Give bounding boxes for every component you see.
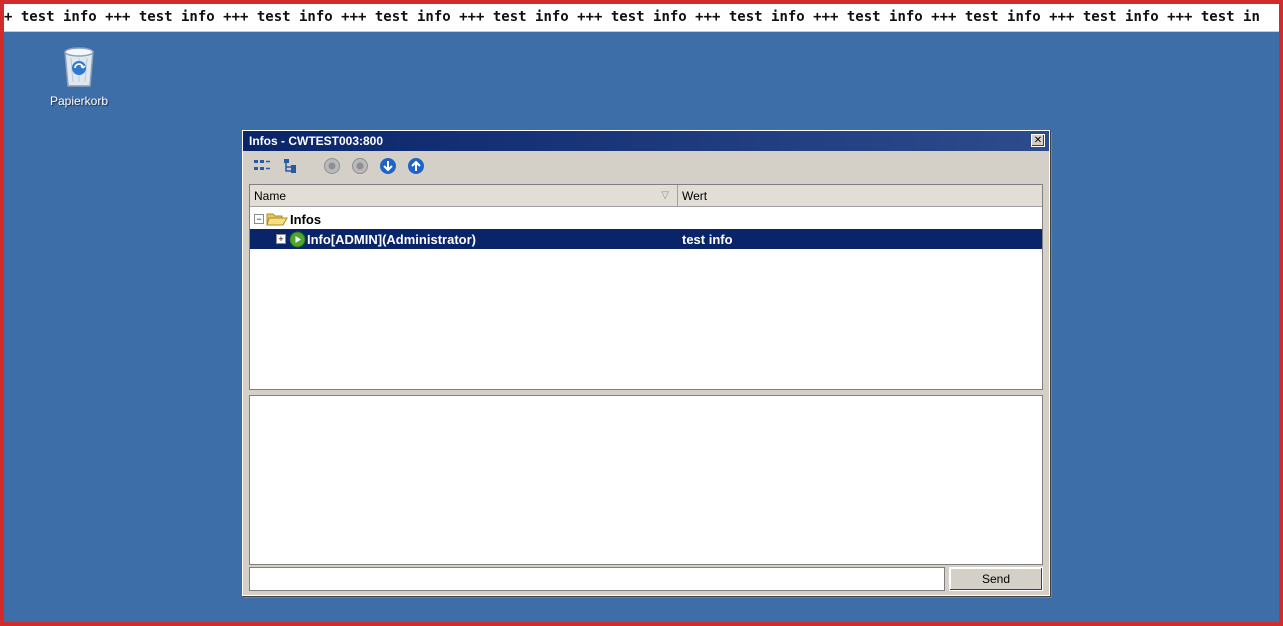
output-panel[interactable] — [249, 395, 1043, 565]
close-icon[interactable]: ✕ — [1031, 134, 1045, 147]
message-input[interactable] — [249, 567, 945, 591]
tree-panel[interactable]: Name ▽ Wert − Infos + Info[ADMIN](Admini… — [249, 184, 1043, 390]
tree-row-label: Info[ADMIN](Administrator) — [307, 231, 476, 247]
column-name-label: Name — [254, 189, 287, 203]
send-button[interactable]: Send — [949, 567, 1043, 591]
tree-root-row[interactable]: − Infos — [250, 209, 1042, 229]
column-header-row: Name ▽ Wert — [250, 185, 1042, 207]
tree-root-label: Infos — [290, 211, 322, 227]
status-play-icon — [289, 231, 306, 248]
desktop-screen: + test info +++ test info +++ test info … — [0, 0, 1283, 626]
ticker-banner: + test info +++ test info +++ test info … — [4, 4, 1279, 32]
window-title: Infos - CWTEST003:800 — [249, 134, 384, 148]
column-wert-label: Wert — [682, 189, 708, 203]
column-header-wert[interactable]: Wert — [678, 185, 707, 206]
desktop-icon-label: Papierkorb — [49, 94, 109, 108]
ticker-text: + test info +++ test info +++ test info … — [4, 9, 1260, 25]
arrow-down-icon[interactable] — [377, 155, 399, 177]
toolbar — [243, 151, 1049, 181]
recycle-bin-icon — [61, 44, 97, 88]
collapse-toggle-icon[interactable]: − — [254, 214, 264, 224]
infos-window: Infos - CWTEST003:800 ✕ Name ▽ Wert − In… — [242, 130, 1050, 596]
tree-row-value: test info — [682, 231, 733, 247]
collapse-all-icon[interactable] — [251, 155, 273, 177]
disabled-circle-icon[interactable] — [349, 155, 371, 177]
disabled-circle-icon[interactable] — [321, 155, 343, 177]
expand-all-icon[interactable] — [279, 155, 301, 177]
sort-arrow-icon: ▽ — [661, 190, 669, 201]
window-titlebar[interactable]: Infos - CWTEST003:800 ✕ — [243, 131, 1049, 151]
arrow-up-icon[interactable] — [405, 155, 427, 177]
column-header-name[interactable]: Name ▽ — [250, 185, 678, 206]
folder-open-icon — [266, 211, 288, 227]
expand-toggle-icon[interactable]: + — [276, 234, 286, 244]
desktop-icon-recycle-bin[interactable]: Papierkorb — [39, 44, 119, 108]
message-input-row: Send — [249, 567, 1043, 591]
tree-row[interactable]: + Info[ADMIN](Administrator) test info — [250, 229, 1042, 249]
